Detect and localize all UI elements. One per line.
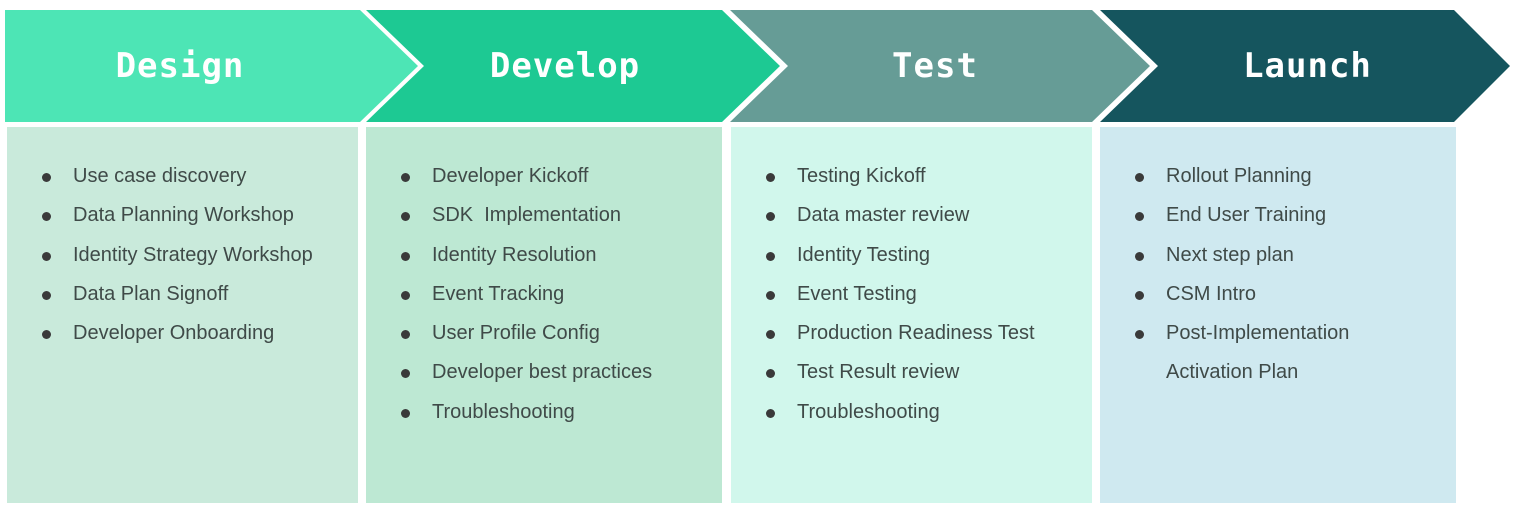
bullet-icon	[1135, 251, 1144, 261]
bullet-icon	[1135, 330, 1144, 340]
list-item: Testing Kickoff	[731, 157, 1092, 196]
list-item: Use case discovery	[7, 157, 358, 196]
bullet-icon	[401, 173, 410, 182]
list-item: Developer best practices	[366, 353, 722, 392]
list-item: Troubleshooting	[731, 393, 1092, 432]
launch-list: Rollout Planning End User Training Next …	[1100, 157, 1456, 393]
list-item: End User Training	[1100, 196, 1456, 235]
list-item: User Profile Config	[366, 314, 722, 353]
bullet-icon	[766, 173, 775, 182]
design-box: Use case discovery Data Planning Worksho…	[7, 127, 358, 503]
stage-title-design: Design	[115, 46, 245, 86]
stage-title-launch: Launch	[1243, 46, 1372, 86]
list-item: SDK Implementation	[366, 196, 722, 235]
list-item: Developer Onboarding	[7, 314, 358, 353]
bullet-icon	[766, 330, 775, 340]
list-item: Event Tracking	[366, 275, 722, 314]
list-item: Event Testing	[731, 275, 1092, 314]
bullet-icon	[766, 212, 775, 222]
stage-title-develop: Develop	[489, 46, 641, 86]
bullet-icon	[42, 173, 51, 182]
list-item: Rollout Planning	[1100, 157, 1456, 196]
bullet-icon	[42, 251, 51, 261]
list-item: Post-Implementation	[1100, 314, 1456, 353]
list-item: Next step plan	[1100, 236, 1456, 275]
stage-title-test: Test	[892, 46, 978, 86]
list-item: CSM Intro	[1100, 275, 1456, 314]
bullet-icon	[401, 330, 410, 340]
bullet-icon	[401, 369, 410, 379]
develop-box: Developer Kickoff SDK Implementation Ide…	[366, 127, 722, 503]
test-list: Testing Kickoff Data master review Ident…	[731, 157, 1092, 432]
bullet-icon	[766, 369, 775, 379]
bullet-icon	[401, 408, 410, 418]
list-item: Test Result review	[731, 353, 1092, 392]
list-item: Identity Strategy Workshop	[7, 236, 358, 275]
launch-box: Rollout Planning End User Training Next …	[1100, 127, 1456, 503]
bullet-icon	[401, 212, 410, 222]
test-box: Testing Kickoff Data master review Ident…	[731, 127, 1092, 503]
list-item: Developer Kickoff	[366, 157, 722, 196]
bullet-icon	[766, 408, 775, 418]
bullet-icon	[42, 290, 51, 300]
list-item: Production Readiness Test	[731, 314, 1092, 353]
list-item: Data master review	[731, 196, 1092, 235]
bullet-icon	[42, 330, 51, 340]
list-item: Data Plan Signoff	[7, 275, 358, 314]
list-item: Troubleshooting	[366, 393, 722, 432]
bullet-icon	[1135, 290, 1144, 300]
bullet-icon	[401, 290, 410, 300]
list-item: Identity Resolution	[366, 236, 722, 275]
bullet-icon	[401, 251, 410, 261]
develop-list: Developer Kickoff SDK Implementation Ide…	[366, 157, 722, 432]
bullet-icon	[1135, 173, 1144, 182]
list-item-continuation: Activation Plan	[1166, 361, 1299, 384]
bullet-icon	[42, 212, 51, 222]
bullet-icon	[766, 290, 775, 300]
bullet-icon	[766, 251, 775, 261]
design-list: Use case discovery Data Planning Worksho…	[7, 157, 358, 353]
list-item: Identity Testing	[731, 236, 1092, 275]
list-item: Data Planning Workshop	[7, 196, 358, 235]
bullet-icon	[1135, 212, 1144, 222]
